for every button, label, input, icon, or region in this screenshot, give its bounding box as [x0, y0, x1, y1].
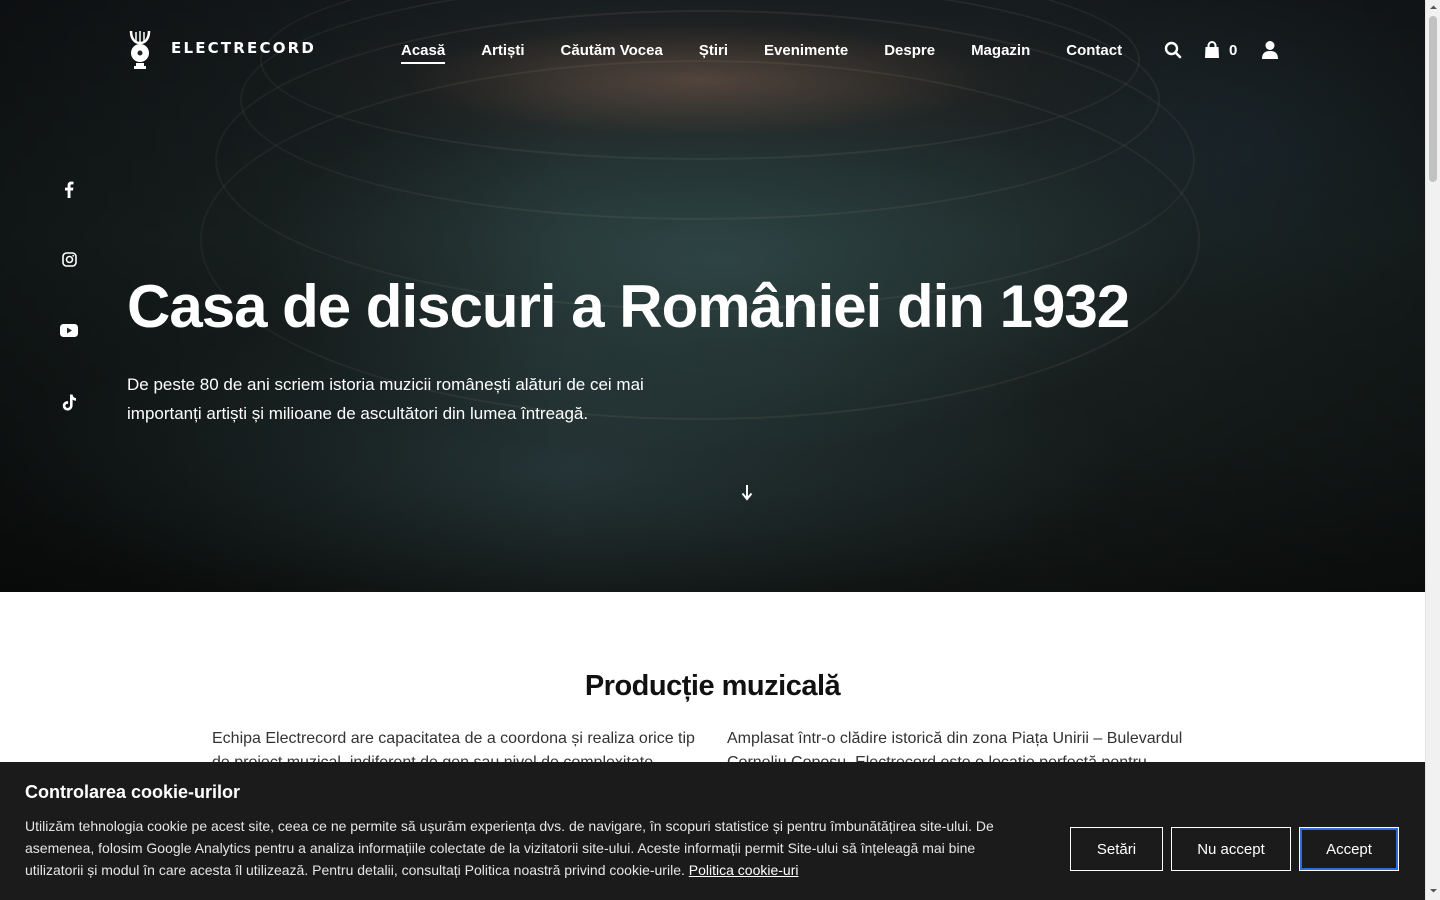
facebook-link[interactable]	[58, 178, 80, 200]
cookie-description: Utilizăm tehnologia cookie pe acest site…	[25, 818, 994, 878]
instagram-icon	[61, 251, 77, 267]
page-scrollbar[interactable]	[1425, 0, 1440, 900]
hero-subtitle: De peste 80 de ani scriem istoria muzici…	[127, 375, 644, 423]
arrow-down-icon[interactable]	[738, 482, 756, 502]
tiktok-icon	[62, 394, 76, 410]
nav-item-despre[interactable]: Despre	[884, 42, 935, 64]
cookie-title: Controlarea cookie-urilor	[25, 782, 241, 802]
scroll-down-icon[interactable]	[1429, 886, 1438, 895]
section-title-productie: Producție muzicală	[584, 670, 841, 702]
cookie-accept-button[interactable]: Accept	[1299, 827, 1399, 871]
main-navigation: Acasă Artiști Căutăm Vocea Știri Evenime…	[401, 42, 1158, 64]
hero-banner: ELECTRECORD Acasă Artiști Căutăm Vocea Ș…	[0, 0, 1425, 592]
search-button[interactable]	[1164, 41, 1182, 59]
nav-item-stiri[interactable]: Știri	[699, 42, 728, 64]
cart-count: 0	[1229, 41, 1238, 59]
cookie-banner: Controlarea cookie-urilor Utilizăm tehno…	[0, 762, 1425, 900]
cookie-reject-button[interactable]: Nu accept	[1171, 827, 1291, 871]
hero-title: Casa de discuri a României din 1932	[127, 273, 1130, 340]
nav-item-artisti[interactable]: Artiști	[481, 42, 524, 64]
cookie-policy-link[interactable]: Politica cookie-uri	[689, 862, 799, 878]
user-icon	[1262, 41, 1279, 59]
cart-button[interactable]: 0	[1204, 41, 1237, 59]
cookie-text: Utilizăm tehnologia cookie pe acest site…	[25, 815, 1035, 881]
account-button[interactable]	[1261, 40, 1279, 60]
tiktok-link[interactable]	[58, 391, 80, 413]
facebook-icon	[65, 181, 74, 198]
cookie-settings-button[interactable]: Setări	[1070, 827, 1163, 871]
shopping-bag-icon	[1205, 41, 1219, 58]
header-tools: 0	[1164, 40, 1279, 60]
nav-item-contact[interactable]: Contact	[1066, 42, 1122, 64]
youtube-link[interactable]	[58, 319, 80, 341]
electrecord-logo[interactable]: ELECTRECORD	[127, 27, 316, 69]
nav-item-magazin[interactable]: Magazin	[971, 42, 1030, 64]
nav-item-acasa[interactable]: Acasă	[401, 42, 446, 64]
search-icon	[1164, 41, 1182, 59]
instagram-link[interactable]	[58, 248, 80, 270]
lyre-logo-icon	[129, 30, 151, 69]
scrollbar-thumb[interactable]	[1429, 16, 1437, 182]
nav-item-cautam-vocea[interactable]: Căutăm Vocea	[561, 42, 663, 64]
youtube-icon	[60, 323, 78, 337]
scroll-up-icon[interactable]	[1429, 3, 1438, 12]
nav-item-evenimente[interactable]: Evenimente	[764, 42, 848, 64]
logo-text: ELECTRECORD	[171, 39, 317, 57]
